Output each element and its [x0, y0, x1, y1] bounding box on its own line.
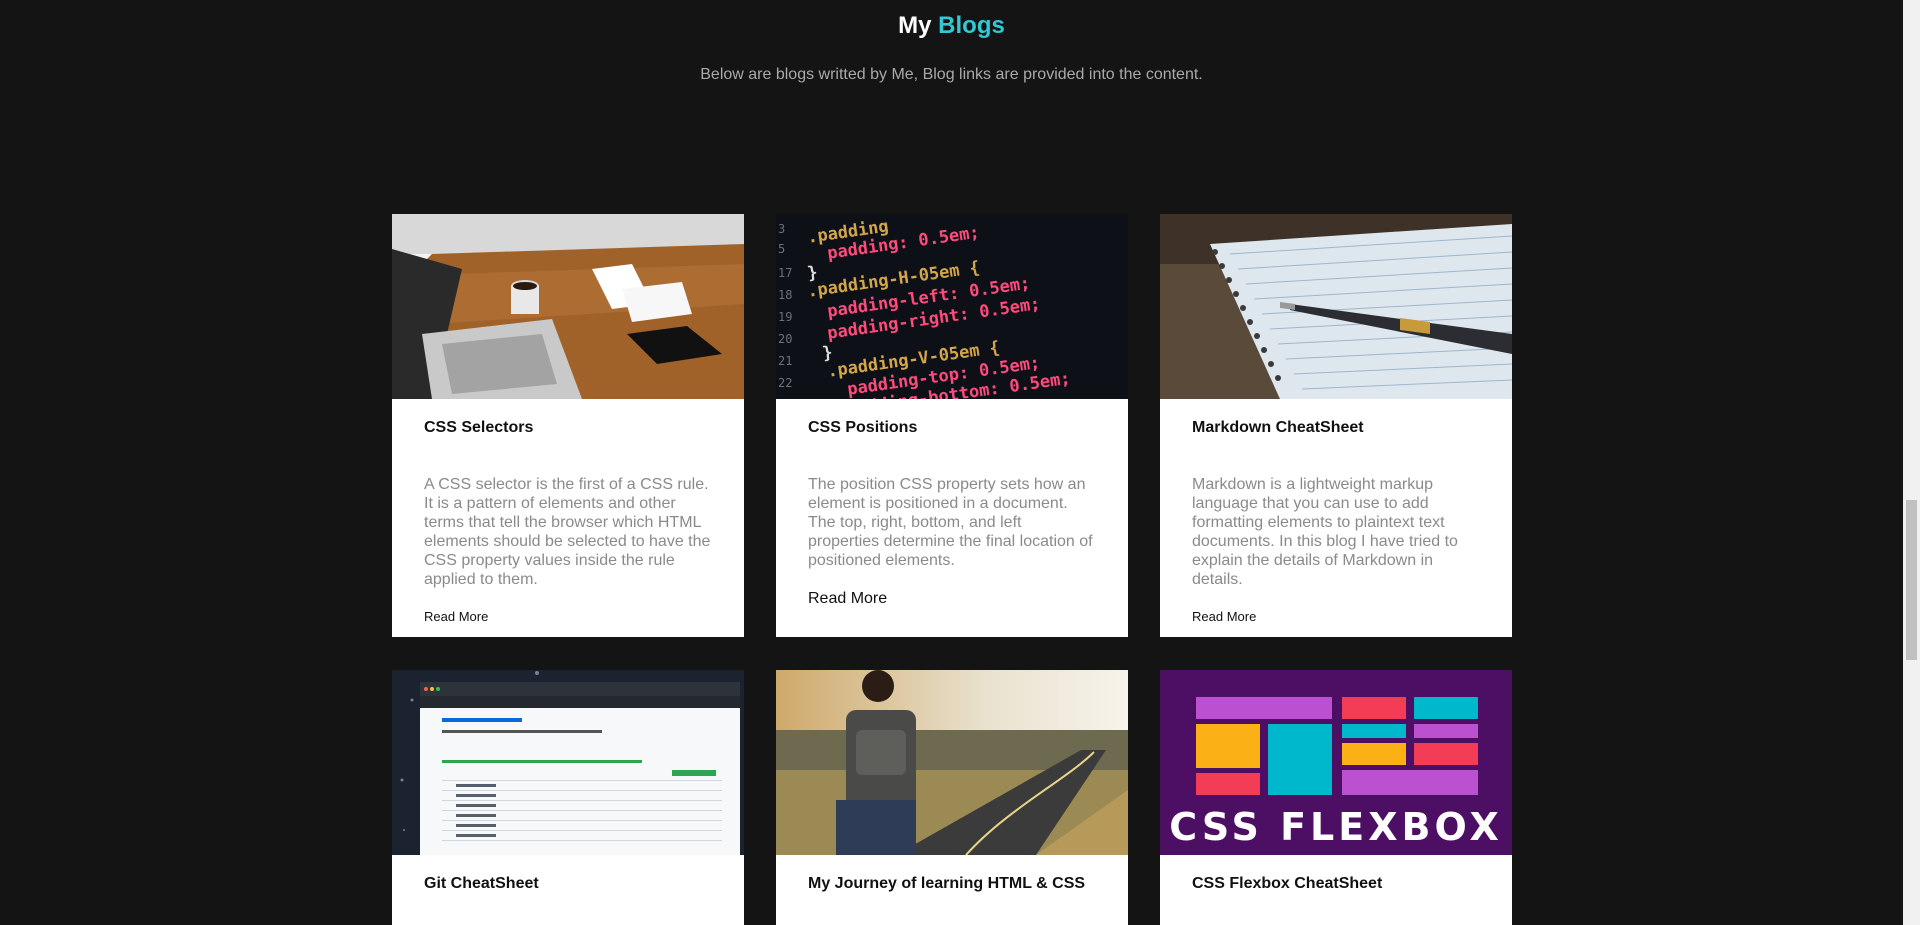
blog-card: Markdown CheatSheet Markdown is a lightw… [1160, 214, 1512, 637]
section-subtitle: Below are blogs writted by Me, Blog link… [700, 66, 1203, 83]
blog-card-title[interactable]: CSS Flexbox CheatSheet [1192, 875, 1480, 893]
blog-card-title[interactable]: My Journey of learning HTML & CSS [808, 875, 1096, 893]
blog-card: CSS FLEXBOX CSS Flexbox CheatSheet [1160, 670, 1512, 925]
blog-card-description: A CSS selector is the first of a CSS rul… [424, 476, 711, 588]
blog-card-description: Markdown is a lightweight markup languag… [1192, 476, 1458, 588]
page-scrollbar[interactable] [1903, 0, 1920, 925]
blog-card-image [392, 214, 744, 399]
blog-card-image [392, 670, 744, 855]
blog-card: CSS Selectors A CSS selector is the firs… [392, 214, 744, 637]
read-more-link[interactable]: Read More [424, 609, 488, 624]
section-title: My Blogs [0, 12, 1903, 40]
blog-card: My Journey of learning HTML & CSS [776, 670, 1128, 925]
blog-card: Git CheatSheet [392, 670, 744, 925]
read-more-link[interactable]: Read More [808, 590, 887, 608]
blog-card-title[interactable]: CSS Positions [808, 419, 1096, 437]
blog-card-title[interactable]: Markdown CheatSheet [1192, 419, 1480, 437]
flexbox-image-text: CSS FLEXBOX [1169, 805, 1503, 849]
read-more-link[interactable]: Read More [1192, 609, 1256, 624]
blog-card-image: 3 5 17 18 19 20 21 22 .padding padding: … [776, 214, 1128, 399]
blog-card-image [776, 670, 1128, 855]
blog-card: 3 5 17 18 19 20 21 22 .padding padding: … [776, 214, 1128, 637]
blog-card-title[interactable]: Git CheatSheet [424, 875, 712, 893]
section-title-accent: Blogs [938, 12, 1005, 39]
blog-card-description: The position CSS property sets how an el… [808, 476, 1093, 569]
blog-card-image [1160, 214, 1512, 399]
blog-card-title[interactable]: CSS Selectors [424, 419, 712, 437]
blogs-section: My Blogs Below are blogs writted by Me, … [0, 0, 1903, 925]
section-title-prefix: My [898, 12, 932, 39]
blog-card-image: CSS FLEXBOX [1160, 670, 1512, 855]
scrollbar-thumb[interactable] [1906, 500, 1917, 660]
